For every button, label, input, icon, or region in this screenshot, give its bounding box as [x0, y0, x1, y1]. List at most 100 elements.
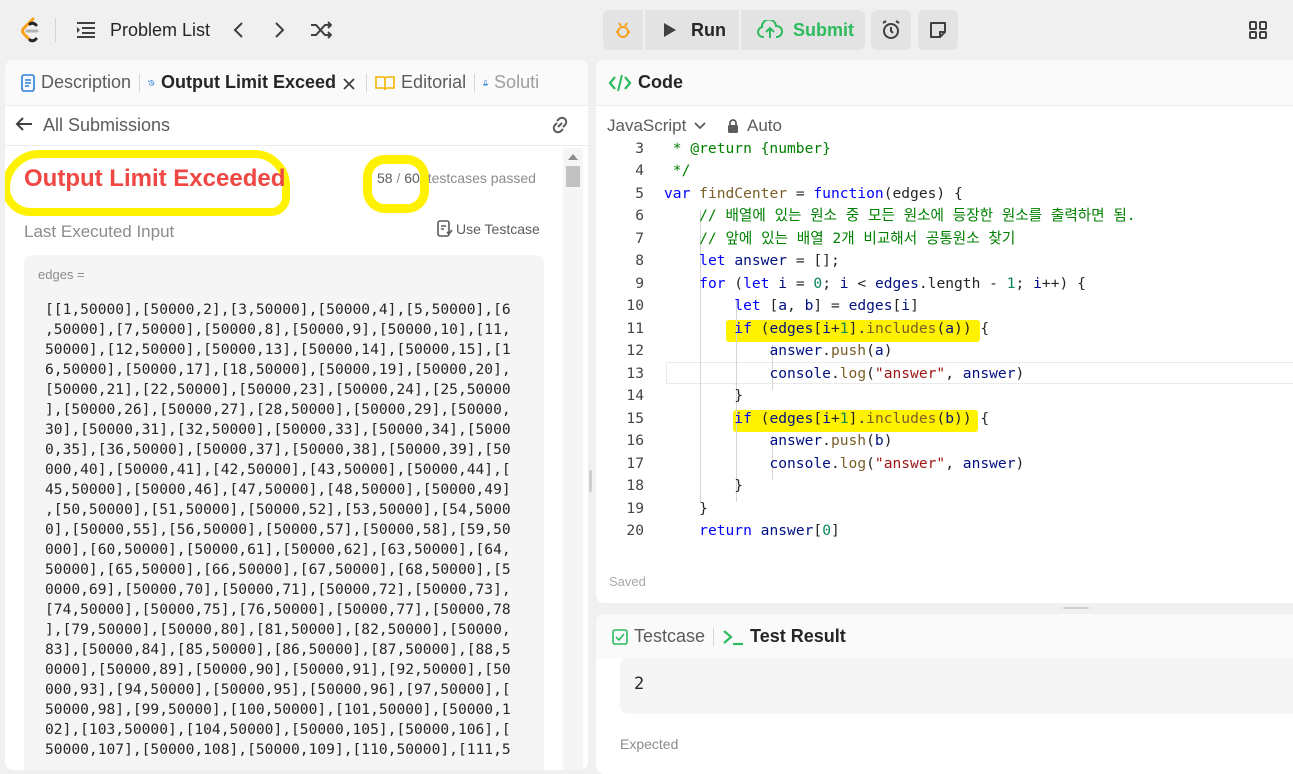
line-number: 4 [635, 162, 644, 179]
layout-icon[interactable] [1246, 18, 1270, 42]
input-var-name: edges = [38, 267, 85, 282]
tab-test-result[interactable]: Test Result [722, 626, 846, 647]
input-box: edges = [[1,50000],[50000,2],[3,50000],[… [24, 255, 544, 770]
link-icon[interactable] [549, 114, 571, 136]
code-line-4: */ [664, 162, 691, 179]
line-number: 16 [626, 432, 644, 449]
passed-label: testcases passed [427, 170, 536, 186]
play-icon [664, 23, 676, 37]
input-line: 0],[50000,55],[56,50000],[50000,57],[500… [45, 521, 511, 538]
input-line: 50000],[65,50000],[66,50000],[67,50000],… [45, 561, 511, 578]
output-value: 2 [634, 674, 645, 694]
input-line: [50000,21],[22,50000],[50000,23],[50000,… [45, 381, 511, 398]
input-line: ],[79,50000],[50000,80],[81,50000],[82,5… [45, 621, 511, 638]
left-scrollbar[interactable] [563, 148, 583, 770]
tab-description[interactable]: Description [21, 72, 131, 93]
code-line-7: // 앞에 있는 배열 2개 비교해서 공통원소 찾기 [664, 230, 1016, 247]
expected-label: Expected [620, 736, 679, 752]
language-label: JavaScript [607, 116, 687, 135]
result-panel: Testcase Test Result 2 Expected [596, 614, 1293, 774]
code-title: Code [638, 72, 683, 92]
input-line: 0000,69],[50000,70],[50000,71],[50000,72… [45, 581, 511, 598]
code-line-9: for (let i = 0; i < edges.length - 1; i+… [699, 275, 1086, 292]
code-line-13: console.log("answer", answer) [769, 365, 1025, 382]
code-editor[interactable]: 3 4 5 6 7 8 9 10 11 12 13 14 15 16 17 18 19 20 * @return … [596, 140, 1293, 550]
back-arrow-icon[interactable] [15, 116, 35, 136]
all-submissions-link[interactable]: All Submissions [43, 115, 170, 136]
line-number: 12 [626, 342, 644, 359]
input-line: 50000],[12,50000],[50000,13],[50000,14],… [45, 341, 511, 358]
result-tabs: Testcase Test Result [596, 614, 1293, 659]
input-line: [[1,50000],[50000,2],[3,50000],[50000,4]… [45, 301, 511, 318]
line-number: 13 [626, 365, 644, 382]
tab-testcase-label: Testcase [634, 626, 706, 646]
input-line: 50000,98],[99,50000],[100,50000],[101,50… [45, 701, 511, 718]
line-number: 20 [626, 522, 644, 539]
run-label: Run [691, 19, 726, 40]
tab-test-result-label: Test Result [750, 626, 846, 646]
line-number: 3 [635, 140, 644, 157]
testcase-doc-icon [437, 220, 453, 237]
input-value: [[1,50000],[50000,2],[3,50000],[50000,4]… [45, 300, 511, 760]
auto-mode[interactable]: Auto [727, 116, 782, 136]
tab-description-label: Description [41, 72, 132, 92]
checkbox-icon [612, 628, 628, 645]
passed-separator: / [396, 170, 401, 186]
tab-testcase[interactable]: Testcase [612, 626, 705, 647]
code-line-17: console.log("answer", answer) [769, 455, 1025, 472]
header-divider [5, 145, 588, 146]
tab-editorial-label: Editorial [401, 72, 467, 92]
note-icon[interactable] [918, 10, 958, 50]
close-icon[interactable] [342, 75, 358, 91]
chevron-right-icon[interactable] [270, 18, 290, 42]
line-number: 7 [635, 230, 644, 247]
line-number: 19 [626, 500, 644, 517]
tab-code[interactable]: Code [608, 72, 683, 93]
status-title: Output Limit Exceeded [24, 165, 286, 192]
use-testcase-button[interactable]: Use Testcase [437, 220, 540, 238]
scroll-up-icon[interactable] [568, 154, 578, 160]
input-line: 30],[50000,31],[32,50000],[50000,33],[50… [45, 421, 511, 438]
line-number: 6 [635, 207, 644, 224]
submit-button[interactable]: Submit [741, 10, 865, 50]
book-icon [375, 75, 395, 90]
horizontal-splitter[interactable] [1063, 607, 1089, 609]
input-line: 83],[50000,84],[85,50000],[86,50000],[87… [45, 641, 511, 658]
tab-divider [366, 73, 368, 92]
vertical-splitter[interactable] [589, 470, 592, 492]
output-box: 2 [620, 658, 1293, 714]
top-bar: Problem List Run Submit [0, 0, 1293, 60]
code-line-11: if (edges[i+1].includes(a)) { [734, 320, 990, 337]
language-select[interactable]: JavaScript [607, 116, 707, 136]
alarm-icon[interactable] [871, 10, 911, 50]
run-button[interactable]: Run [645, 10, 739, 50]
tab-divider [474, 73, 476, 92]
input-line: ,50000],[7,50000],[50000,8],[50000,9],[5… [45, 321, 511, 338]
auto-label: Auto [747, 116, 782, 135]
code-line-3: * @return {number} [664, 140, 831, 157]
line-number: 8 [635, 252, 644, 269]
code-line-12: answer.push(a) [769, 342, 893, 359]
tab-submission-result[interactable]: Output Limit Exceed [148, 72, 336, 93]
scrollbar-thumb[interactable] [566, 166, 580, 187]
line-number: 11 [626, 320, 644, 337]
shuffle-icon[interactable] [308, 18, 334, 42]
line-number: 10 [626, 297, 644, 314]
leetcode-logo[interactable] [18, 16, 44, 44]
line-number: 15 [626, 410, 644, 427]
debug-button[interactable] [603, 10, 643, 50]
line-number: 5 [635, 185, 644, 202]
history-icon [148, 79, 155, 86]
code-line-14: } [664, 387, 744, 404]
run-controls: Run Submit [603, 10, 865, 50]
tab-editorial[interactable]: Editorial [375, 72, 466, 93]
chevron-left-icon[interactable] [228, 18, 248, 42]
tab-solutions[interactable]: Soluti [483, 72, 539, 93]
line-number: 9 [635, 275, 644, 292]
input-line: 6,50000],[50000,17],[18,50000],[50000,19… [45, 361, 511, 378]
topbar-divider [55, 18, 56, 42]
list-icon [77, 22, 95, 38]
input-line: 45,50000],[50000,46],[47,50000],[48,5000… [45, 481, 511, 498]
code-panel: Code JavaScript Auto 3 4 5 6 7 8 9 10 11 12 13 14 15… [596, 60, 1293, 603]
problem-list-button[interactable]: Problem List [76, 18, 210, 42]
